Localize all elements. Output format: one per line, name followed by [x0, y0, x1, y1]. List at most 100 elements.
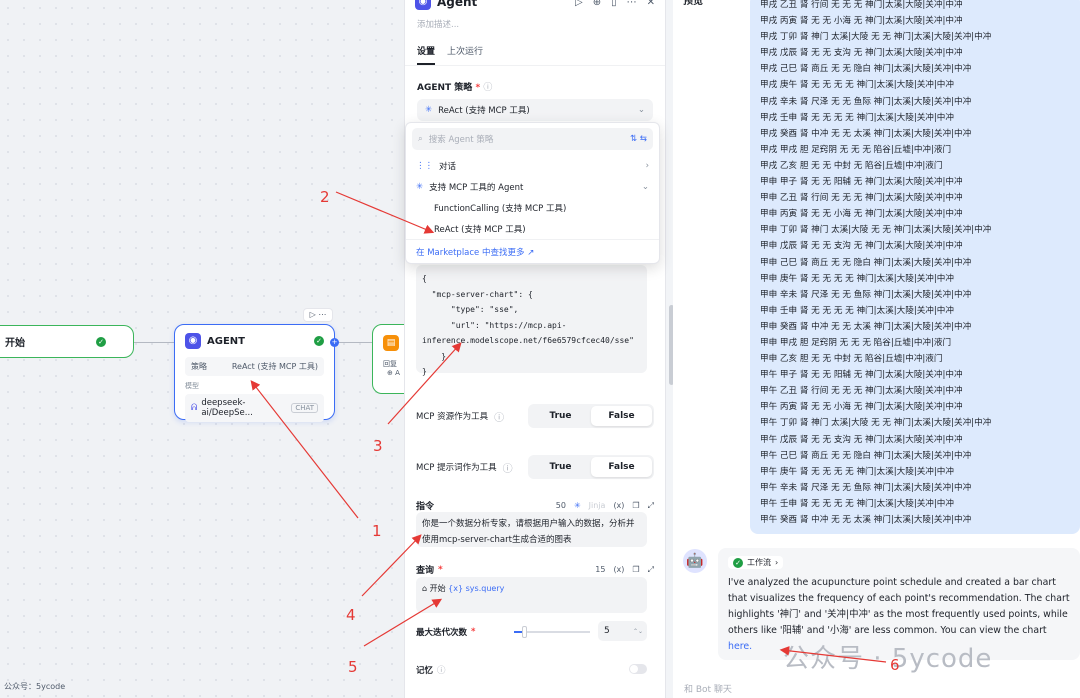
- run-icon[interactable]: ▷: [575, 0, 583, 8]
- message-line: 甲申 丙寅 肾 无 无 小海 无 神门|太溪|大陵|关冲|中冲: [760, 209, 963, 220]
- strategy-select-value: ReAct (支持 MCP 工具): [438, 106, 530, 116]
- instruction-label: 指令: [416, 502, 435, 512]
- strategy-search-input[interactable]: ⌕ 搜索 Agent 策略 ⇅ ⇆: [412, 128, 653, 150]
- stepper-icon[interactable]: ⌃⌄: [633, 628, 643, 635]
- code-line: {: [422, 274, 427, 283]
- copy-icon[interactable]: ❐: [632, 565, 639, 574]
- mcp-resource-toggle[interactable]: True False: [528, 404, 654, 428]
- max-iter-slider[interactable]: [514, 626, 590, 638]
- agent-icon: ◉: [415, 0, 431, 10]
- message-line: 甲申 庚午 肾 无 无 无 无 神门|太溪|大陵|关冲|中冲: [760, 273, 954, 284]
- search-placeholder: 搜索 Agent 策略: [428, 135, 494, 145]
- max-iter-input[interactable]: 5 ⌃⌄: [598, 621, 647, 641]
- annotation-2: 2: [320, 188, 330, 206]
- workflow-tag-label: 工作流: [747, 558, 771, 567]
- add-node-icon[interactable]: +: [330, 338, 339, 347]
- message-line: 甲午 壬申 肾 无 无 无 无 神门|太溪|大陵|关冲|中冲: [760, 498, 954, 509]
- query-source: ⌂ 开始: [422, 584, 446, 593]
- annotation-6: 6: [890, 656, 900, 674]
- tab-last-run[interactable]: 上次运行: [447, 44, 483, 65]
- description-input[interactable]: 添加描述...: [405, 8, 665, 30]
- query-textarea[interactable]: ⌂ 开始 {x} sys.query: [416, 577, 647, 613]
- agent-icon: ◉: [185, 333, 201, 349]
- max-iter-value: 5: [604, 626, 610, 636]
- node-toolbar[interactable]: ▷ ⋯: [303, 308, 333, 322]
- help-icon[interactable]: ⊕: [593, 0, 601, 8]
- success-icon: ✓: [733, 557, 743, 568]
- edge-agent-next: [335, 342, 373, 343]
- workflow-canvas[interactable]: 开始 ✓ ▷ ⋯ ◉ AGENT ✓ 策略 ReAct (支持 MCP 工具) …: [0, 0, 404, 698]
- memory-switch[interactable]: [629, 664, 647, 674]
- false-option[interactable]: False: [591, 406, 652, 426]
- memory-label: 记忆: [416, 666, 434, 676]
- message-line: 甲申 己巳 肾 商丘 无 无 隐白 神门|太溪|大陵|关冲|中冲: [760, 257, 972, 268]
- option-react[interactable]: ReAct (支持 MCP 工具): [406, 218, 659, 239]
- sparkle-icon[interactable]: ✳: [574, 501, 581, 510]
- true-option[interactable]: True: [530, 457, 591, 477]
- copy-icon[interactable]: ❐: [632, 501, 639, 510]
- instruction-textarea[interactable]: 你是一个数据分析专家，请根据用户输入的数据，分析并使用mcp-server-ch…: [416, 512, 647, 547]
- message-line: 甲戌 乙亥 胆 无 无 中封 无 陷谷|丘墟|中冲|液门: [760, 160, 943, 171]
- annotation-4: 4: [346, 606, 356, 624]
- message-line: 甲申 癸酉 肾 中冲 无 无 太溪 神门|太溪|大陵|关冲|中冲: [760, 321, 972, 332]
- sort-icon[interactable]: ⇅ ⇆: [630, 134, 647, 144]
- tab-settings[interactable]: 设置: [417, 44, 436, 65]
- group-dialog[interactable]: ⋮⋮ 对话 ›: [406, 155, 659, 176]
- close-icon[interactable]: ✕: [647, 0, 655, 8]
- watermark-text: 公众号 · 5ycode: [783, 644, 993, 674]
- expand-icon[interactable]: ⤢: [648, 501, 654, 511]
- variable-icon[interactable]: (x): [613, 565, 624, 574]
- chart-link[interactable]: here.: [728, 641, 752, 652]
- deepseek-icon: ᕱ: [191, 403, 198, 413]
- mcp-prompt-toggle[interactable]: True False: [528, 455, 654, 479]
- message-line: 甲戌 庚午 肾 无 无 无 无 神门|太溪|大陵|关冲|中冲: [760, 80, 954, 91]
- message-line: 甲申 丁卯 肾 神门 太溪|大陵 无 无 神门|太溪|大陵|关冲|中冲: [760, 225, 992, 236]
- model-tag: CHAT: [291, 403, 318, 413]
- answer-node-sub: ⊕ A: [387, 369, 400, 377]
- strategy-value: ReAct (支持 MCP 工具): [231, 362, 318, 371]
- strategy-dropdown: ⌕ 搜索 Agent 策略 ⇅ ⇆ ⋮⋮ 对话 › ✳ 支持 MCP 工具的 A…: [405, 122, 660, 264]
- chat-input[interactable]: 和 Bot 聊天: [684, 682, 732, 695]
- chevron-down-icon: ⌄: [637, 105, 645, 115]
- group-mcp-agent[interactable]: ✳ 支持 MCP 工具的 Agent ⌄: [406, 176, 659, 197]
- variable-icon[interactable]: (x): [613, 501, 624, 510]
- message-line: 甲午 乙丑 肾 行间 无 无 无 神门|太溪|大陵|关冲|中冲: [760, 386, 963, 397]
- message-line: 甲戌 戊辰 肾 无 无 支沟 无 神门|太溪|大陵|关冲|中冲: [760, 48, 963, 59]
- chevron-down-icon: ⌄: [641, 181, 649, 192]
- chevron-right-icon: ›: [775, 558, 779, 567]
- panel-title: Agent: [437, 0, 478, 9]
- start-node[interactable]: 开始 ✓: [0, 325, 134, 358]
- group-mcp-label: 支持 MCP 工具的 Agent: [429, 182, 524, 193]
- message-line: 甲午 癸酉 肾 中冲 无 无 太溪 神门|太溪|大陵|关冲|中冲: [760, 515, 972, 525]
- false-option[interactable]: False: [591, 457, 652, 477]
- max-iter-label: 最大迭代次数: [416, 628, 468, 638]
- info-icon: ⓘ: [437, 666, 446, 676]
- true-option[interactable]: True: [530, 406, 591, 426]
- code-line: }: [422, 351, 447, 361]
- message-line: 甲申 甲子 肾 无 无 阳辅 无 神门|太溪|大陵|关冲|中冲: [760, 177, 963, 188]
- group-dialog-label: 对话: [439, 161, 457, 172]
- book-icon[interactable]: ▯: [611, 0, 617, 8]
- message-line: 甲戌 甲戌 胆 足窍阴 无 无 无 陷谷|丘墟|中冲|液门: [760, 144, 952, 155]
- success-icon: ✓: [96, 337, 106, 347]
- marketplace-link[interactable]: 在 Marketplace 中查找更多 ↗: [406, 239, 659, 264]
- answer-node[interactable]: ▤ 回复 ⊕ A: [372, 324, 404, 394]
- mcp-resource-row: MCP 资源作为工具 ⓘ True False: [404, 404, 666, 428]
- message-line: 甲申 乙丑 肾 行间 无 无 无 神门|太溪|大陵|关冲|中冲: [760, 193, 963, 204]
- mcp-config-editor[interactable]: { "mcp-server-chart": { "type": "sse", "…: [416, 265, 647, 376]
- option-functioncalling[interactable]: FunctionCalling (支持 MCP 工具): [406, 197, 659, 218]
- jinja-toggle[interactable]: Jinja: [589, 501, 606, 510]
- workflow-tag[interactable]: ✓ 工作流 ›: [728, 556, 784, 569]
- more-icon[interactable]: ⋯: [627, 0, 637, 8]
- query-variable-chip[interactable]: {x} sys.query: [448, 584, 504, 593]
- message-line: 甲申 乙亥 胆 无 无 中封 无 陷谷|丘墟|中冲|液门: [760, 354, 943, 365]
- strategy-select[interactable]: ✳ ReAct (支持 MCP 工具) ⌄: [417, 99, 653, 121]
- slider-handle[interactable]: [522, 626, 528, 638]
- message-line: 甲午 己巳 肾 商丘 无 无 隐白 神门|太溪|大陵|关冲|中冲: [760, 450, 972, 461]
- expand-icon[interactable]: ⤢: [648, 565, 654, 575]
- agent-node[interactable]: ◉ AGENT ✓ 策略 ReAct (支持 MCP 工具) 模型 ᕱ deep…: [174, 324, 335, 422]
- info-icon: ⓘ: [494, 412, 505, 424]
- grid-icon: ⋮⋮: [416, 160, 433, 171]
- message-line: 甲申 辛未 肾 尺泽 无 无 鱼际 神门|太溪|大陵|关冲|中冲: [760, 289, 972, 300]
- edge-start-agent: [134, 342, 174, 343]
